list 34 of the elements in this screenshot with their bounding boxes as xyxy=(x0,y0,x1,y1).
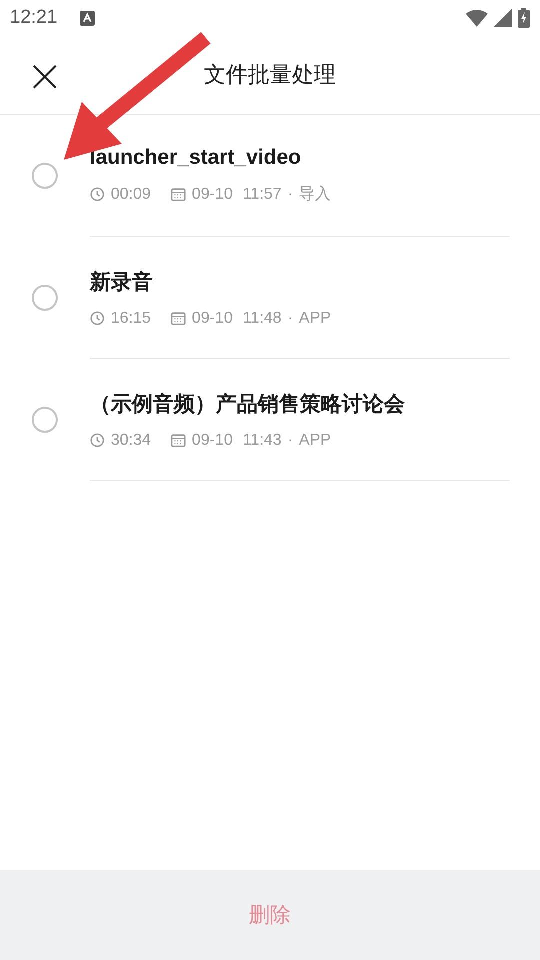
clock-icon xyxy=(90,187,105,202)
time-text: 11:57 xyxy=(242,186,282,204)
status-time: 12:21 xyxy=(10,7,58,29)
close-icon xyxy=(33,65,57,89)
source-text: 导入 xyxy=(299,184,332,205)
select-radio[interactable] xyxy=(32,407,58,433)
file-name: 新录音 xyxy=(90,270,154,296)
separator-dot: · xyxy=(288,432,294,450)
duration-text: 00:09 xyxy=(111,186,152,204)
clock-icon xyxy=(90,311,105,326)
duration-text: 30:34 xyxy=(111,432,152,450)
file-name: launcher_start_video xyxy=(90,146,302,170)
calendar-icon xyxy=(171,188,186,202)
date-text: 09-10 xyxy=(192,432,233,450)
time-text: 11:43 xyxy=(242,432,282,450)
separator-dot: · xyxy=(288,310,294,328)
keyboard-app-icon xyxy=(80,10,95,26)
separator-dot: · xyxy=(288,186,294,204)
select-radio[interactable] xyxy=(32,285,58,311)
select-radio[interactable] xyxy=(32,163,58,189)
source-text: APP xyxy=(299,310,332,328)
date-text: 09-10 xyxy=(192,186,233,204)
source-text: APP xyxy=(299,432,332,450)
date-text: 09-10 xyxy=(192,310,233,328)
clock-icon xyxy=(90,433,105,448)
time-text: 11:48 xyxy=(242,310,282,328)
duration-text: 16:15 xyxy=(111,310,152,328)
calendar-icon xyxy=(171,312,186,326)
file-name: （示例音频）产品销售策略讨论会 xyxy=(90,392,406,418)
calendar-icon xyxy=(171,434,186,448)
page-title: 文件批量处理 xyxy=(204,61,336,89)
wifi-icon xyxy=(466,10,488,26)
signal-icon xyxy=(494,9,512,27)
battery-icon xyxy=(518,8,530,28)
